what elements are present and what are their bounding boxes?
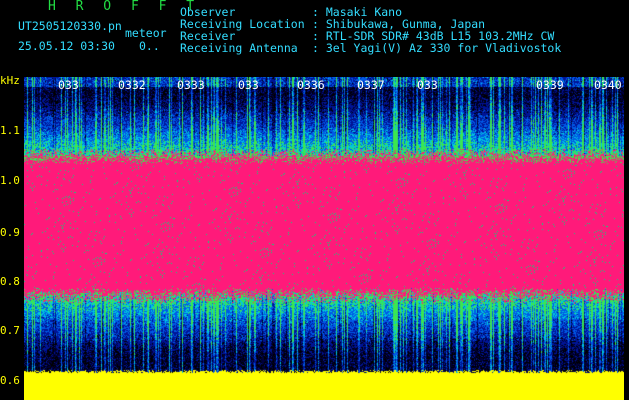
x-tick-6: 033 bbox=[417, 78, 438, 92]
status-dots: 0.. bbox=[139, 39, 160, 53]
x-tick-2: 0333 bbox=[177, 78, 205, 92]
y-axis-unit: kHz bbox=[0, 74, 20, 87]
antenna-label: Receiving Antenna bbox=[180, 41, 298, 55]
date-time: 25.05.12 03:30 bbox=[18, 39, 115, 53]
y-tick-0.9: 0.9 bbox=[0, 226, 20, 239]
y-tick-1.1: 1.1 bbox=[0, 124, 20, 137]
y-tick-0.8: 0.8 bbox=[0, 275, 20, 288]
antenna-value: : 3el Yagi(V) Az 330 for Vladivostok bbox=[312, 41, 562, 55]
y-tick-1.0: 1.0 bbox=[0, 174, 20, 187]
x-tick-4: 0336 bbox=[297, 78, 325, 92]
app-title: H R O F F T bbox=[48, 0, 201, 14]
header-panel: H R O F F T UT2505120330.pn meteor 25.05… bbox=[0, 0, 629, 72]
x-tick-1: 0332 bbox=[118, 78, 146, 92]
spectrogram-canvas bbox=[24, 77, 624, 400]
x-tick-8: 0340 bbox=[594, 78, 622, 92]
x-tick-3: 033 bbox=[238, 78, 259, 92]
meteor-label: meteor bbox=[125, 26, 167, 40]
file-name: UT2505120330.pn bbox=[18, 19, 122, 33]
x-tick-5: 0337 bbox=[357, 78, 385, 92]
antenna-text: 3el Yagi(V) Az 330 for Vladivostok bbox=[325, 41, 562, 55]
x-tick-7: 0339 bbox=[536, 78, 564, 92]
x-tick-0: 033 bbox=[58, 78, 79, 92]
y-tick-0.7: 0.7 bbox=[0, 324, 20, 337]
y-tick-0.6: 0.6 bbox=[0, 374, 20, 387]
